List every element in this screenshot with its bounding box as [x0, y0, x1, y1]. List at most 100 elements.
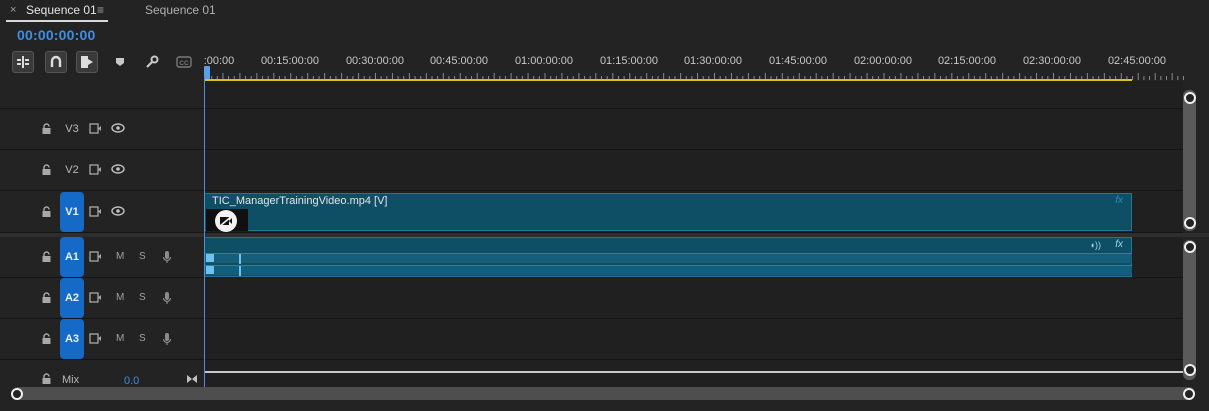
insert-overwrite-icon[interactable]	[12, 51, 34, 73]
ruler-label: 01:00:00:00	[514, 55, 574, 67]
source-patch-a1[interactable]: A1	[60, 237, 84, 277]
track-header: A3 M S	[0, 319, 204, 359]
eye-icon[interactable]	[111, 123, 125, 133]
linked-selection-icon[interactable]	[76, 51, 98, 73]
fx-badge[interactable]: fx	[1115, 239, 1123, 250]
sync-lock-icon[interactable]	[89, 164, 102, 175]
captions-icon[interactable]: CC	[173, 51, 195, 73]
scroll-handle[interactable]	[1184, 241, 1196, 253]
waveform-peak	[206, 254, 214, 262]
scroll-handle[interactable]	[1184, 364, 1196, 376]
track-header: V1	[0, 191, 204, 232]
panel-tab-bar: × Sequence 01 ≡ Sequence 01	[0, 0, 1209, 22]
lock-icon[interactable]	[41, 373, 52, 385]
lock-icon[interactable]	[41, 333, 52, 345]
add-marker-icon[interactable]	[109, 51, 131, 73]
mix-label: Mix	[62, 374, 80, 386]
track-spacer	[0, 81, 1183, 109]
audio-waveform-left	[205, 253, 1132, 263]
lock-icon[interactable]	[41, 164, 52, 176]
clip-name: TIC_ManagerTrainingVideo.mp4 [V]	[212, 195, 388, 207]
track-mix: Mix	[0, 360, 1183, 387]
ruler-label: 01:45:00:00	[768, 55, 828, 67]
mute-button[interactable]: M	[116, 251, 124, 262]
sync-lock-icon[interactable]	[89, 206, 102, 217]
speaker-icon: ◖))	[1089, 240, 1101, 250]
microphone-icon[interactable]	[162, 291, 172, 305]
solo-button[interactable]: S	[139, 292, 146, 303]
lock-icon[interactable]	[41, 251, 52, 263]
source-patch-v1[interactable]: V1	[60, 192, 84, 232]
playhead-timecode[interactable]: 00:00:00:00	[17, 27, 95, 43]
go-to-in-out-icon[interactable]	[186, 374, 198, 384]
snap-icon[interactable]	[45, 51, 67, 73]
solo-button[interactable]: S	[139, 333, 146, 344]
track-v3: V3	[0, 109, 1183, 150]
sync-lock-icon[interactable]	[89, 251, 102, 262]
waveform-peak	[239, 254, 241, 264]
svg-text:CC: CC	[179, 60, 189, 67]
scroll-handle[interactable]	[1184, 217, 1196, 229]
microphone-icon[interactable]	[162, 332, 172, 346]
track-name[interactable]: V3	[61, 123, 83, 135]
video-clip[interactable]: TIC_ManagerTrainingVideo.mp4 [V] fx	[204, 193, 1132, 232]
sync-lock-icon[interactable]	[89, 123, 102, 134]
lock-icon[interactable]	[41, 123, 52, 135]
ruler-label: 01:30:00:00	[683, 55, 743, 67]
ruler-label: 02:45:00:00	[1107, 55, 1167, 67]
track-area[interactable]	[204, 278, 1183, 318]
mute-button[interactable]: M	[116, 333, 124, 344]
source-patch-a3[interactable]: A3	[60, 319, 84, 359]
zoom-handle-left[interactable]	[11, 388, 23, 400]
sync-lock-icon[interactable]	[89, 292, 102, 303]
source-patch-a2[interactable]: A2	[60, 278, 84, 318]
track-area[interactable]	[204, 109, 1183, 149]
mix-volume-value[interactable]: 0.0	[124, 375, 139, 387]
sync-lock-icon[interactable]	[89, 333, 102, 344]
tab-sequence-inactive[interactable]: Sequence 01	[145, 0, 225, 22]
ruler-label: 02:00:00:00	[853, 55, 913, 67]
eye-icon[interactable]	[111, 164, 125, 174]
clip-thumbnail	[206, 209, 248, 232]
track-area[interactable]	[204, 150, 1183, 190]
track-name[interactable]: V2	[61, 164, 83, 176]
playhead-line[interactable]	[204, 78, 205, 388]
lock-icon[interactable]	[41, 206, 52, 218]
ruler-label: 00:30:00:00	[345, 55, 405, 67]
track-area	[204, 81, 1183, 108]
ruler-label: 00:15:00:00	[260, 55, 320, 67]
fx-badge[interactable]: fx	[1115, 195, 1123, 206]
mute-button[interactable]: M	[116, 292, 124, 303]
timeline-zoom-scrollbar[interactable]	[12, 387, 1195, 400]
zoom-handle-right[interactable]	[1183, 388, 1195, 400]
track-v2: V2	[0, 150, 1183, 191]
waveform-peak	[206, 266, 214, 274]
panel-menu-icon[interactable]: ≡	[97, 0, 104, 20]
track-area[interactable]	[204, 360, 1183, 387]
ruler-label: 01:15:00:00	[599, 55, 659, 67]
ruler-label: 02:15:00:00	[937, 55, 997, 67]
wrench-icon[interactable]	[141, 51, 163, 73]
audio-waveform-right	[205, 265, 1132, 275]
mix-volume-line[interactable]	[204, 371, 1183, 373]
tab-sequence-active[interactable]: × Sequence 01 ≡	[6, 0, 108, 22]
track-header: V3	[0, 109, 204, 149]
track-header: V2	[0, 150, 204, 190]
audio-vertical-scrollbar[interactable]	[1183, 240, 1196, 380]
track-a2: A2 M S	[0, 278, 1183, 319]
offline-media-icon	[215, 210, 237, 232]
track-area[interactable]	[204, 319, 1183, 359]
microphone-icon[interactable]	[162, 250, 172, 264]
tab-label: Sequence 01	[26, 3, 97, 17]
audio-clip[interactable]: ◖)) fx	[204, 237, 1132, 277]
video-vertical-scrollbar[interactable]	[1183, 90, 1196, 231]
track-a3: A3 M S	[0, 319, 1183, 360]
lock-icon[interactable]	[41, 292, 52, 304]
solo-button[interactable]: S	[139, 251, 146, 262]
track-header: A2 M S	[0, 278, 204, 318]
scroll-handle[interactable]	[1184, 92, 1196, 104]
track-header: Mix	[0, 360, 204, 387]
close-icon[interactable]: ×	[10, 0, 16, 20]
eye-icon[interactable]	[111, 206, 125, 216]
time-ruler[interactable]: :00:00 00:15:00:00 00:30:00:00 00:45:00:…	[204, 52, 1184, 82]
